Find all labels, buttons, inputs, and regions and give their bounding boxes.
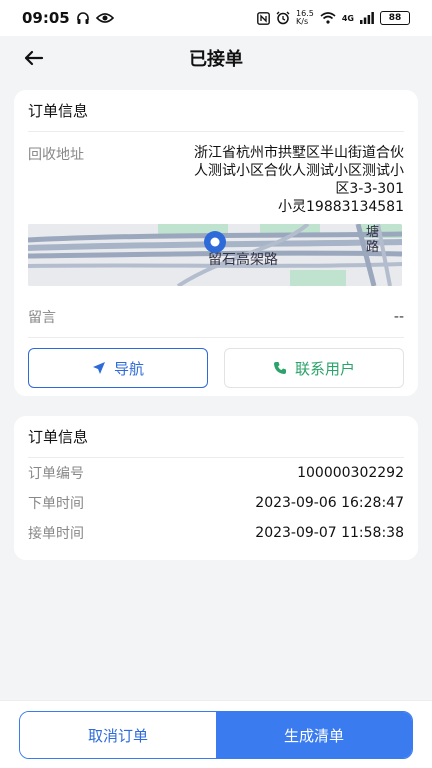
order-info-card: 订单信息 订单编号 100000302292 下单时间 2023-09-06 1… [14,416,418,560]
headphones-icon [76,12,89,24]
map-road-label: 留石高架路 [208,251,278,268]
note-row: 留言 -- [28,296,404,338]
accept-time-value: 2023-09-07 11:58:38 [255,525,404,541]
generate-list-button[interactable]: 生成清单 [216,712,412,758]
generate-list-label: 生成清单 [283,726,344,745]
navigate-button[interactable]: 导航 [28,348,208,388]
status-bar: 09:05 16.5 K/s 4G 88 [0,0,432,36]
status-right: 16.5 K/s 4G 88 [257,10,410,26]
address-line-1: 浙江省杭州市拱墅区半山街道合伙 [194,145,404,161]
wifi-icon [320,12,336,24]
map-corner-label-2: 路 [366,239,379,255]
phone-icon [273,362,286,374]
card-title: 订单信息 [28,416,404,458]
location-map[interactable]: 留石高架路 塘 路 [28,224,402,286]
address-label: 回收地址 [28,147,84,163]
order-time-label: 下单时间 [28,496,84,512]
nfc-icon [257,11,270,25]
nav-bar: 已接单 [0,36,432,80]
accept-time-label: 接单时间 [28,526,84,542]
order-number-label: 订单编号 [28,466,84,482]
order-number-value: 100000302292 [297,465,404,481]
signal-icon [360,12,374,24]
bottom-action-bar: 取消订单 生成清单 [0,700,432,768]
address-value: 浙江省杭州市拱墅区半山街道合伙 人测试小区合伙人测试小区测试小 区3-3-301… [150,144,404,216]
contact-label: 联系用户 [294,359,355,378]
map-corner-label: 塘 [366,224,379,240]
status-time: 09:05 [22,9,70,27]
order-address-card: 订单信息 回收地址 浙江省杭州市拱墅区半山街道合伙 人测试小区合伙人测试小区测试… [14,90,418,396]
info-row: 订单编号 100000302292 [28,458,404,488]
battery-icon: 88 [380,11,410,25]
navigate-label: 导航 [113,359,144,378]
bottom-button-group: 取消订单 生成清单 [19,711,413,759]
info-row: 下单时间 2023-09-06 16:28:47 [28,488,404,518]
eye-icon [95,13,114,23]
cancel-order-label: 取消订单 [87,726,148,745]
info-row: 接单时间 2023-09-07 11:58:38 [28,518,404,548]
cancel-order-button[interactable]: 取消订单 [20,712,216,758]
back-arrow-icon[interactable] [20,44,48,72]
address-row: 回收地址 浙江省杭州市拱墅区半山街道合伙 人测试小区合伙人测试小区测试小 区3-… [28,132,404,216]
map-graphic: 留石高架路 塘 路 [28,224,402,286]
alarm-icon [276,11,290,25]
location-pin-icon [204,231,226,253]
address-line-2: 人测试小区合伙人测试小区测试小 [194,163,404,179]
address-line-3: 区3-3-301 [335,181,404,197]
status-left: 09:05 [22,9,114,27]
navigation-arrow-icon [92,362,105,374]
speed-bottom: K/s [296,17,309,26]
page-title: 已接单 [189,49,243,70]
net-speed: 16.5 K/s [296,10,314,26]
action-buttons: 导航 联系用户 [28,348,404,388]
contact-user-button[interactable]: 联系用户 [224,348,404,388]
contact-info: 小灵19883134581 [278,199,404,215]
note-value: -- [393,308,404,325]
battery-level: 88 [388,13,402,23]
order-time-value: 2023-09-06 16:28:47 [255,495,404,511]
network-type: 4G [341,13,354,23]
card-title: 订单信息 [28,90,404,132]
note-label: 留言 [28,309,56,326]
